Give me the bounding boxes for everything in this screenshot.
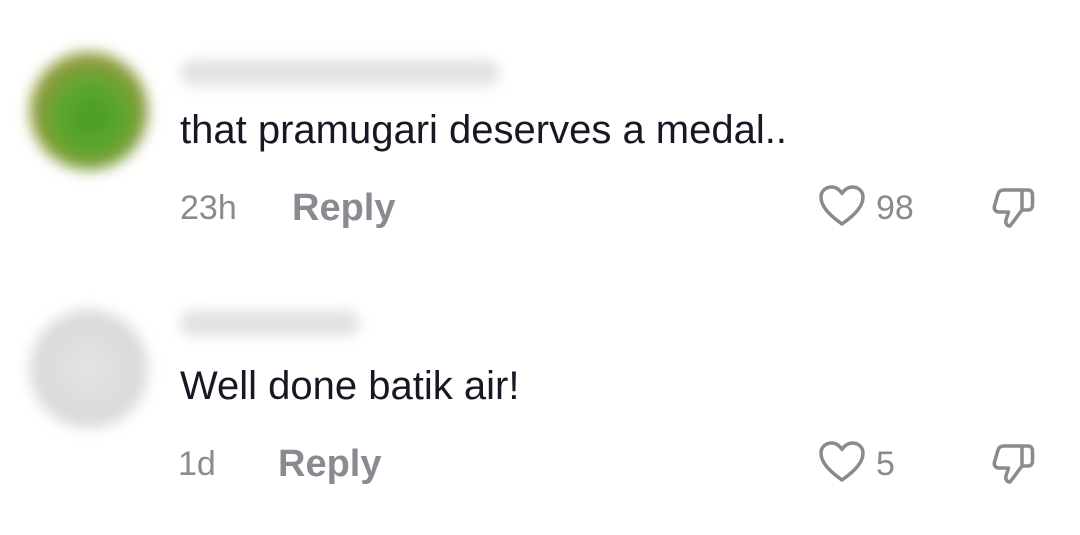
comment-timestamp: 1d bbox=[178, 445, 216, 483]
username-blurred[interactable] bbox=[180, 310, 360, 336]
comment-item: that pramugari deserves a medal.. 23h Re… bbox=[0, 0, 1080, 250]
dislike-button[interactable] bbox=[990, 182, 1036, 230]
like-count: 98 bbox=[876, 189, 914, 227]
comment-item: Well done batik air! 1d Reply 5 bbox=[0, 258, 1080, 508]
avatar[interactable] bbox=[30, 52, 148, 170]
username-blurred[interactable] bbox=[180, 60, 500, 86]
like-count: 5 bbox=[876, 445, 895, 483]
like-button[interactable] bbox=[818, 184, 866, 228]
heart-icon bbox=[819, 185, 865, 226]
reply-button[interactable]: Reply bbox=[278, 442, 381, 486]
thumbs-down-icon bbox=[992, 188, 1035, 228]
avatar[interactable] bbox=[30, 310, 148, 428]
thumbs-down-icon bbox=[992, 444, 1035, 484]
reply-button[interactable]: Reply bbox=[292, 186, 395, 230]
like-button[interactable] bbox=[818, 440, 866, 484]
comment-timestamp: 23h bbox=[180, 189, 237, 227]
comment-text: Well done batik air! bbox=[180, 364, 520, 408]
dislike-button[interactable] bbox=[990, 438, 1036, 486]
comment-text: that pramugari deserves a medal.. bbox=[180, 108, 787, 152]
heart-icon bbox=[819, 441, 865, 482]
